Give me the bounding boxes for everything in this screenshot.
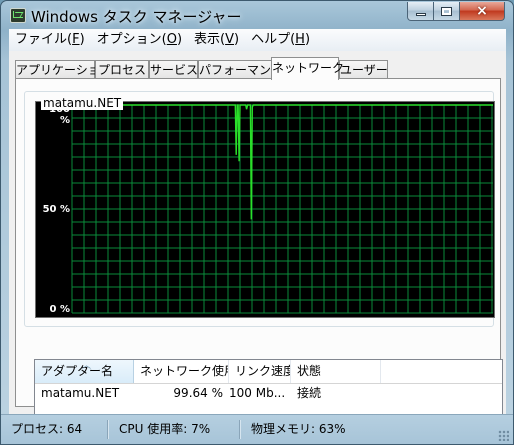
menu-options-end: ) (176, 32, 183, 47)
tab-networking[interactable]: ネットワーク (271, 57, 344, 80)
minimize-button[interactable] (407, 2, 434, 21)
cell-network-usage: 99.64 % (173, 386, 223, 400)
network-utilization-graph: 100 % 50 % 0 % (35, 101, 495, 318)
menu-help-label: ヘルプ( (251, 32, 296, 47)
graph-plot (71, 104, 493, 314)
status-cpu-usage: CPU 使用率: 7% (119, 422, 211, 436)
maximize-button[interactable] (433, 2, 460, 21)
menu-view-label: 表示( (194, 32, 226, 47)
column-adapter-name-label: アダプター名 (41, 364, 114, 378)
client-area: アプリケーション プロセス サービス パフォーマンス ネットワーク ユーザー m… (9, 51, 506, 431)
status-divider (107, 420, 109, 439)
task-manager-icon (10, 8, 26, 23)
adapter-list-header: ︿ アダプター名 ネットワーク使用... リンク速度 状態 (35, 360, 502, 384)
tab-services[interactable]: サービス (149, 60, 198, 79)
status-physical-memory: 物理メモリ: 63% (251, 422, 346, 436)
menu-file-label: ファイル( (15, 32, 73, 47)
maximize-icon (441, 6, 452, 16)
table-row[interactable]: matamu.NET 99.64 % 100 Mb... 接続 (35, 384, 502, 404)
cell-adapter-name: matamu.NET (41, 386, 120, 400)
status-divider (239, 420, 241, 439)
resize-grip-icon[interactable] (498, 430, 509, 441)
column-network-usage[interactable]: ネットワーク使用... (134, 360, 229, 383)
cell-link-speed: 100 Mb... (229, 386, 285, 400)
menu-help[interactable]: ヘルプ(H) (245, 29, 316, 51)
status-bar: プロセス: 64 CPU 使用率: 7% 物理メモリ: 63% (1, 414, 513, 444)
menu-view-end: ) (234, 32, 240, 47)
menu-bar: ファイル(F) オプション(O) 表示(V) ヘルプ(H) (9, 29, 506, 51)
menu-options-accel: O (166, 32, 177, 47)
column-link-speed[interactable]: リンク速度 (229, 360, 291, 383)
minimize-icon (415, 12, 426, 16)
tab-applications[interactable]: アプリケーション (15, 60, 112, 79)
sort-ascending-icon: ︿ (82, 361, 92, 371)
tab-processes[interactable]: プロセス (95, 60, 149, 79)
close-button[interactable]: × (459, 2, 505, 21)
menu-help-end: ) (304, 32, 311, 47)
menu-file-accel: F (72, 32, 80, 47)
menu-file[interactable]: ファイル(F) (9, 29, 91, 51)
menu-help-accel: H (295, 32, 305, 47)
menu-view[interactable]: 表示(V) (188, 29, 245, 51)
cell-state: 接続 (297, 386, 322, 400)
title-bar[interactable]: Windows タスク マネージャー × (1, 1, 513, 29)
utilization-line (72, 104, 493, 220)
tab-users[interactable]: ユーザー (339, 60, 388, 79)
column-state[interactable]: 状態 (291, 360, 381, 383)
menu-options-label: オプション( (96, 32, 167, 47)
task-manager-window: Windows タスク マネージャー × ファイル(F) オプション(O) 表示… (0, 0, 514, 445)
graph-grid (71, 104, 493, 314)
menu-view-accel: V (225, 32, 235, 47)
networking-panel: matamu.NET 100 % 50 % 0 % ︿ アダプター名 ネットワー… (15, 78, 503, 431)
tab-performance[interactable]: パフォーマンス (198, 60, 283, 79)
column-adapter-name[interactable]: ︿ アダプター名 (35, 360, 134, 383)
window-title: Windows タスク マネージャー (31, 8, 242, 26)
close-icon: × (476, 3, 488, 19)
menu-file-end: ) (79, 32, 85, 47)
menu-options[interactable]: オプション(O) (91, 29, 188, 51)
adapter-graph-title: matamu.NET (41, 96, 124, 110)
status-processes: プロセス: 64 (11, 422, 83, 436)
